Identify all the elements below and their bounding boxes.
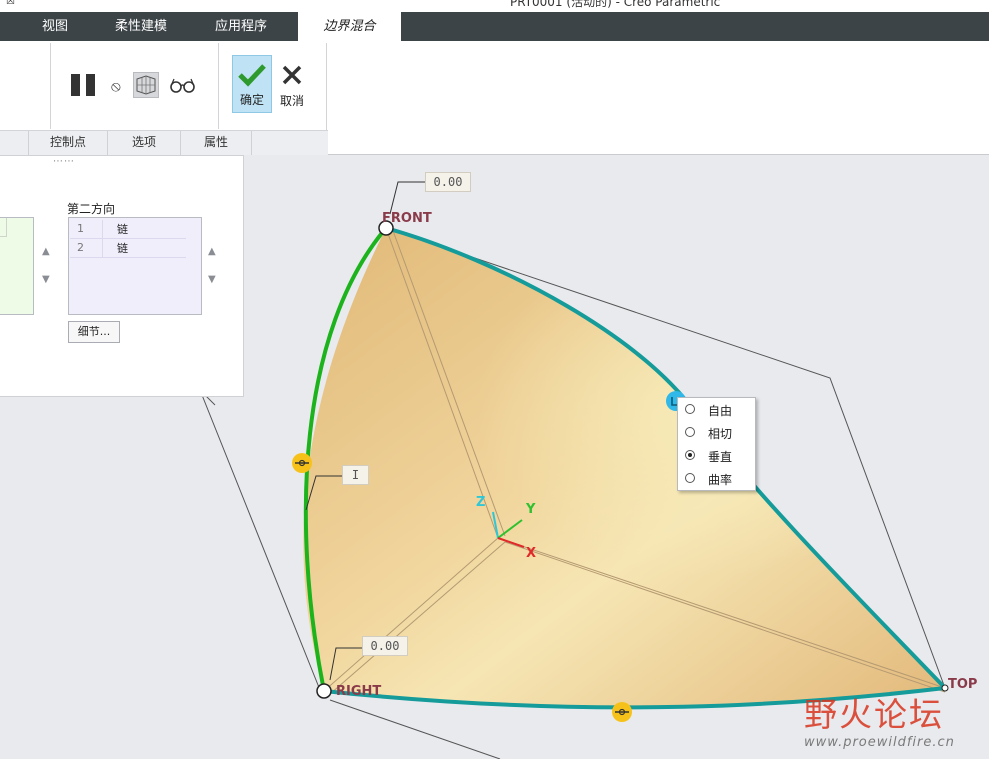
dimension-value-right[interactable]: 0.00 [362,636,408,656]
right-plane-label: RIGHT [336,684,382,699]
list-item[interactable]: 1 链 [70,220,186,239]
ribbon-section-bar: 控制点 选项 属性 [0,130,328,155]
menu-item-free[interactable]: 自由 [678,399,755,421]
dimension-value-front[interactable]: 0.00 [425,172,471,192]
axis-x-label: X [526,546,537,561]
radio-icon [685,427,695,437]
dimension-value-middle[interactable]: I [342,465,369,485]
no-preview-icon[interactable]: ⦸ [111,77,121,95]
tab-flexible-modeling[interactable]: 柔性建模 [100,12,182,41]
panel-grip[interactable]: ⋯⋯ [53,156,75,167]
row-index: 1 [77,222,84,235]
cancel-button[interactable]: 取消 [276,55,308,113]
second-direction-move-down-icon[interactable]: ▼ [208,274,216,285]
ok-button[interactable]: 确定 [232,55,272,113]
list-item[interactable]: 2 链 [70,239,186,258]
first-direction-move-down-icon[interactable]: ▼ [42,274,50,285]
top-plane-label: TOP [948,677,978,692]
front-plane-label: FRONT [382,211,432,226]
checkmark-icon [238,64,266,87]
axis-y-label: Y [526,502,536,517]
ribbon-divider [218,43,219,129]
ok-label: 确定 [239,93,264,107]
verify-preview-glasses-icon[interactable] [168,76,198,98]
first-direction-move-up-icon[interactable]: ▲ [42,246,50,257]
title-bar: ☒ PRT0001 (活动的) - Creo Parametric [0,0,989,12]
section-options[interactable]: 选项 [108,131,181,155]
radio-icon [685,473,695,483]
axis-z-label: Z [476,495,486,510]
row-index: 2 [77,241,84,254]
ribbon-tab-bar: 视图 柔性建模 应用程序 边界混合 [0,12,989,41]
ribbon-divider [50,43,51,129]
forum-watermark-url: www.proewildfire.cn [804,735,955,750]
forum-watermark-logo: 野火论坛 [804,695,944,734]
details-button[interactable]: 细节... [68,321,120,343]
tab-applications[interactable]: 应用程序 [200,12,282,41]
row-value: 链 [117,223,128,236]
pause-button[interactable] [71,74,97,96]
radio-icon [685,404,695,414]
menu-item-label: 垂直 [708,450,733,464]
section-control-points[interactable]: 控制点 [29,131,108,155]
window-title: PRT0001 (活动的) - Creo Parametric [510,0,721,9]
second-direction-move-up-icon[interactable]: ▲ [208,246,216,257]
second-direction-list[interactable]: 1 链 2 链 [68,217,202,315]
radio-selected-icon [685,450,695,460]
tangency-handle-icon[interactable] [292,453,312,473]
cancel-label: 取消 [279,94,304,108]
tab-view[interactable]: 视图 [27,12,83,41]
second-direction-title: 第二方向 [67,202,116,216]
preview-mesh-icon[interactable] [133,72,159,98]
menu-item-label: 自由 [708,404,733,418]
menu-item-tangent[interactable]: 相切 [678,422,755,444]
boundary-condition-menu: 自由 相切 垂直 曲率 [677,397,756,491]
curves-panel: ⋯⋯ ▲ ▼ 第二方向 1 链 2 链 ▲ ▼ 细节... [0,155,244,397]
menu-item-label: 曲率 [708,473,733,487]
row-value: 链 [117,242,128,255]
menu-item-normal[interactable]: 垂直 [678,445,755,467]
tangency-handle-icon[interactable] [612,702,632,722]
system-menu-icon[interactable]: ☒ [6,0,15,7]
vertex-right[interactable] [316,683,332,699]
menu-item-curvature[interactable]: 曲率 [678,468,755,490]
first-direction-list[interactable] [0,217,34,315]
tab-boundary-blend[interactable]: 边界混合 [298,12,401,41]
close-icon [282,65,302,85]
section-curves[interactable] [0,131,29,155]
section-properties[interactable]: 属性 [181,131,252,155]
menu-item-label: 相切 [708,427,733,441]
